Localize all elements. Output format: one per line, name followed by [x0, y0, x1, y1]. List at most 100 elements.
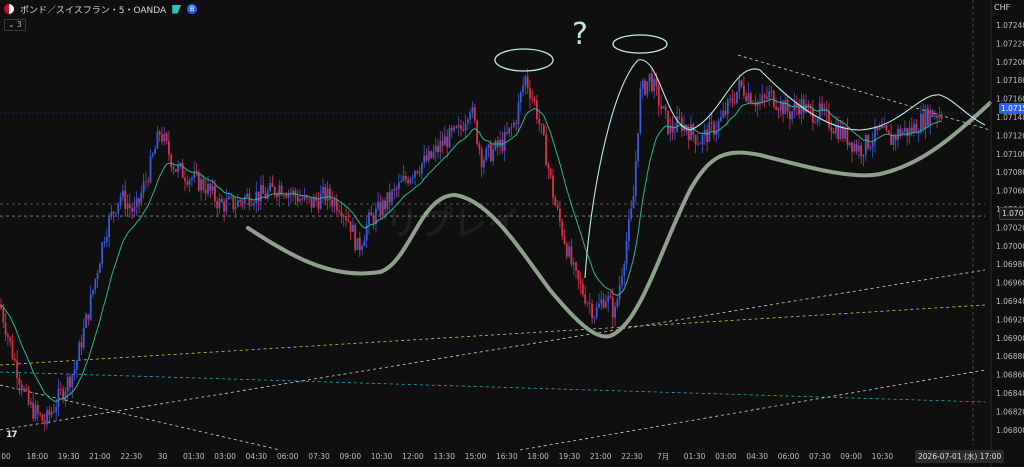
price-tick-label: 1.06880	[996, 352, 1024, 361]
time-tick-label: 16:30	[496, 452, 518, 461]
candle-body	[694, 135, 697, 145]
candle-body	[664, 106, 667, 111]
candle-body	[690, 124, 692, 140]
symbol-title: ポンド／スイスフラン・5・OANDA	[20, 5, 167, 16]
symbol-header[interactable]: ポンド／スイスフラン・5・OANDA B	[4, 2, 198, 16]
chevron-down-icon: ⌄	[8, 20, 15, 29]
candle-body	[404, 175, 407, 180]
candle-body	[87, 314, 90, 320]
time-tick-label: 09:00	[339, 452, 361, 461]
candle-body	[94, 278, 97, 290]
candle-body	[697, 143, 699, 145]
candle-body	[425, 155, 428, 161]
candle-body	[434, 145, 437, 152]
candle-body	[469, 112, 472, 120]
time-tick-label: 01:30	[684, 452, 706, 461]
candle-body	[421, 163, 423, 174]
candle-body	[492, 149, 495, 162]
candle-body	[340, 211, 343, 217]
candle-body	[710, 122, 713, 124]
candle-body	[156, 131, 159, 149]
candle-body	[50, 411, 53, 416]
candle-body	[565, 243, 568, 257]
candle-body	[218, 198, 221, 209]
candle-body	[738, 80, 741, 92]
candle-body	[605, 301, 607, 308]
currency-label[interactable]: CHF	[994, 3, 1010, 12]
indicator-collapse-button[interactable]: ⌄ 3	[4, 19, 26, 31]
candle-body	[122, 190, 124, 198]
candle-body	[62, 389, 64, 400]
candle-body	[540, 123, 543, 125]
candle-body	[342, 216, 345, 217]
candle-body	[145, 181, 147, 183]
candle-body	[473, 107, 476, 121]
candle-body	[448, 128, 451, 148]
candle-body	[464, 123, 467, 131]
candle-body	[402, 175, 405, 181]
candle-body	[57, 388, 60, 408]
candle-body	[743, 85, 745, 96]
candle-body	[18, 378, 21, 385]
cyan-trend-line	[0, 371, 986, 403]
time-tick-label: 03:00	[214, 452, 236, 461]
candle-body	[80, 342, 83, 348]
price-tick-label: 1.06980	[996, 260, 1024, 269]
candle-body	[657, 86, 660, 106]
price-tick-label: 1.06960	[996, 279, 1024, 288]
candle-body	[92, 289, 94, 295]
candle-body	[110, 211, 113, 217]
candle-body	[32, 402, 35, 419]
candle-body	[747, 93, 750, 102]
candle-body	[322, 186, 324, 194]
candle-body	[529, 88, 531, 99]
candle-body	[398, 182, 400, 189]
candle-body	[39, 413, 41, 415]
price-tick-label: 1.06940	[996, 297, 1024, 306]
time-tick-label: 18:00	[527, 452, 549, 461]
candle-body	[377, 202, 380, 209]
candle-body	[158, 131, 161, 135]
candle-body	[522, 85, 524, 92]
candle-body	[761, 95, 764, 103]
candle-body	[835, 125, 837, 134]
candle-body	[262, 185, 265, 194]
candle-body	[910, 127, 913, 133]
candle-body	[485, 148, 488, 161]
candle-body	[278, 185, 281, 197]
candle-body	[641, 80, 644, 89]
b-badge-icon[interactable]: B	[187, 4, 198, 14]
candle-body	[904, 127, 906, 132]
candle-body	[775, 106, 777, 110]
candle-body	[736, 91, 738, 103]
candle-body	[46, 410, 48, 425]
candle-body	[163, 133, 166, 142]
time-tick-label: 07:30	[308, 452, 330, 461]
time-tick-label: 00	[1, 452, 11, 461]
white-resistance-line	[737, 54, 991, 131]
time-tick-label: 13:30	[433, 452, 455, 461]
market-status-icon[interactable]	[172, 4, 182, 14]
candle-body	[706, 129, 708, 142]
current-price-badge: 1.07150	[999, 103, 1024, 114]
candle-body	[644, 80, 646, 95]
candle-body	[503, 132, 506, 151]
candle-body	[66, 376, 69, 392]
candle-body	[453, 126, 455, 131]
candle-body	[89, 294, 92, 320]
candle-body	[96, 272, 99, 279]
candle-body	[432, 151, 435, 158]
tradingview-logo[interactable]: 17	[6, 430, 17, 440]
candle-body	[936, 115, 938, 118]
candle-body	[851, 142, 853, 152]
candle-body	[572, 262, 575, 265]
candle-body	[646, 81, 649, 95]
candle-body	[294, 190, 297, 197]
candle-body	[575, 262, 577, 271]
candle-body	[354, 224, 357, 250]
candle-body	[209, 183, 212, 191]
candle-body	[248, 193, 251, 206]
candle-body	[36, 405, 39, 414]
candle-body	[724, 110, 727, 115]
candle-body	[552, 175, 554, 198]
